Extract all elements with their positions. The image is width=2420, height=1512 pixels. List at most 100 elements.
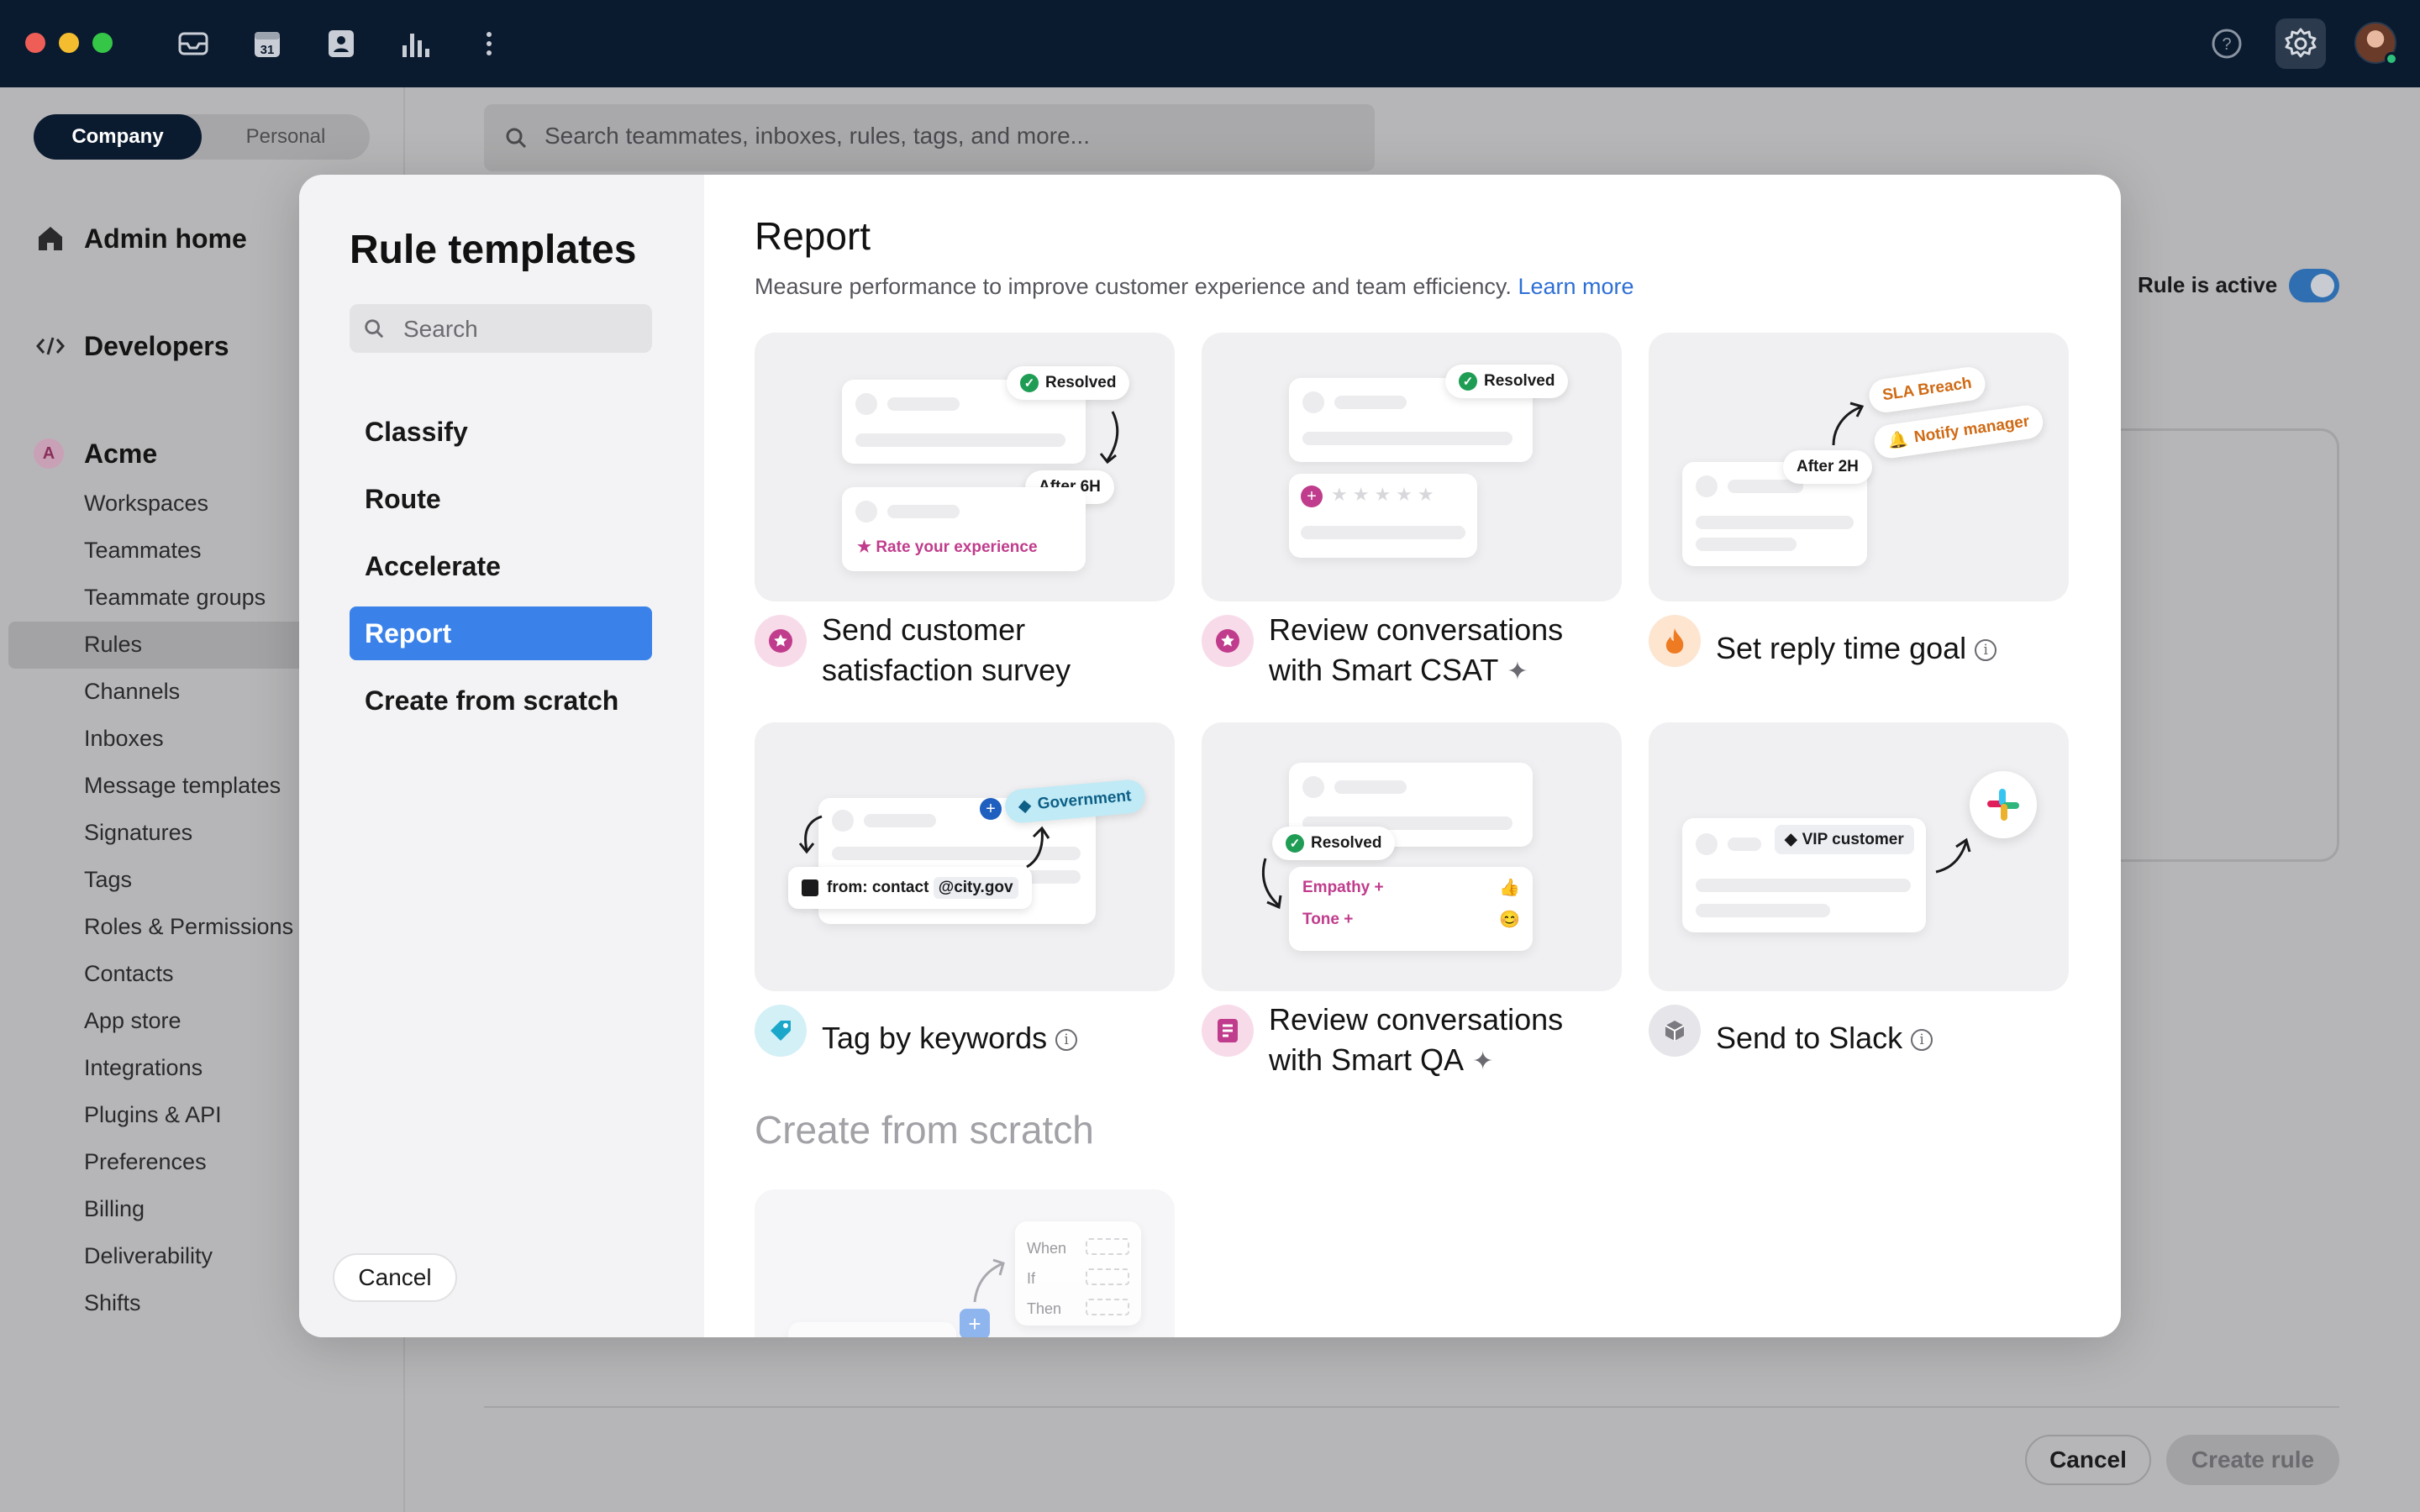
org-name[interactable]: Acme xyxy=(84,438,157,470)
global-search-placeholder: Search teammates, inboxes, rules, tags, … xyxy=(544,123,1090,149)
company-tab[interactable]: Company xyxy=(34,114,202,160)
category-accelerate[interactable]: Accelerate xyxy=(350,539,652,593)
sidebar-item-contacts[interactable]: Contacts xyxy=(84,961,174,987)
vip-customer-label: VIP customer xyxy=(1802,831,1904,848)
inbox-icon[interactable] xyxy=(173,24,213,64)
card-title-reply-goal[interactable]: Set reply time goal i xyxy=(1716,628,2069,669)
sidebar-item-integrations[interactable]: Integrations xyxy=(84,1055,203,1081)
window-close-button[interactable] xyxy=(25,33,45,53)
analytics-icon[interactable] xyxy=(395,24,435,64)
government-tag-pill: ◆ Government xyxy=(1003,778,1146,825)
contacts-icon[interactable] xyxy=(321,24,361,64)
sidebar-item-inboxes[interactable]: Inboxes xyxy=(84,726,164,752)
resolved-pill: ✓ Resolved xyxy=(1007,366,1130,400)
then-label: Then xyxy=(1027,1300,1062,1317)
domain-label: @city.gov xyxy=(933,877,1018,899)
section-description-text: Measure performance to improve customer … xyxy=(755,274,1512,299)
template-card-reply-goal[interactable]: After 2H SLA Breach 🔔 Notify manager xyxy=(1649,333,2069,601)
template-card-smart-qa[interactable]: ✓ Resolved Empathy + Tone + 👍 😊 xyxy=(1202,722,1622,991)
rate-experience-label: ★ Rate your experience xyxy=(857,538,1038,557)
window-minimize-button[interactable] xyxy=(59,33,79,53)
footer-cancel-button[interactable]: Cancel xyxy=(2025,1435,2151,1485)
card-title-smart-qa[interactable]: Review conversations with Smart QA ✦ xyxy=(1269,1000,1622,1082)
org-avatar: A xyxy=(34,438,64,469)
template-card-scratch[interactable]: When If Then + xyxy=(755,1189,1175,1337)
category-create-from-scratch[interactable]: Create from scratch xyxy=(350,674,652,727)
modal-cancel-button[interactable]: Cancel xyxy=(333,1253,457,1302)
info-icon[interactable]: i xyxy=(1911,1029,1933,1052)
resolved-label: Resolved xyxy=(1311,834,1382,852)
footer-divider xyxy=(484,1406,2339,1408)
contact-card-icon xyxy=(802,879,818,896)
arrow-icon xyxy=(798,815,823,854)
card-title-smart-csat[interactable]: Review conversations with Smart CSAT ✦ xyxy=(1269,610,1622,692)
sidebar-item-teammates[interactable]: Teammates xyxy=(84,538,202,564)
template-card-survey[interactable]: ✓Resolved After 6H ★ Rate your experienc… xyxy=(755,333,1175,601)
template-search-input[interactable] xyxy=(350,304,652,353)
card-title-slack[interactable]: Send to Slack i xyxy=(1716,1018,2069,1058)
learn-more-link[interactable]: Learn more xyxy=(1518,274,1634,299)
window-maximize-button[interactable] xyxy=(92,33,113,53)
settings-icon[interactable] xyxy=(2275,18,2326,69)
sidebar-item-teammate-groups[interactable]: Teammate groups xyxy=(84,585,266,611)
sidebar-item-preferences[interactable]: Preferences xyxy=(84,1149,207,1175)
card-title-survey[interactable]: Send customer satisfaction survey xyxy=(822,610,1175,690)
category-route[interactable]: Route xyxy=(350,472,652,526)
add-icon: + xyxy=(960,1309,990,1337)
template-card-slack[interactable]: ◆ VIP customer xyxy=(1649,722,2069,991)
survey-star-icon xyxy=(755,615,807,667)
card-title-slack-text: Send to Slack xyxy=(1716,1021,1903,1055)
template-card-smart-csat[interactable]: ✓ Resolved + ★★★★★ xyxy=(1202,333,1622,601)
sidebar-item-channels[interactable]: Channels xyxy=(84,679,180,705)
sidebar-item-tags[interactable]: Tags xyxy=(84,867,132,893)
svg-text:?: ? xyxy=(2222,35,2231,54)
top-bar: 31 ? xyxy=(0,0,2420,87)
sidebar-item-shifts[interactable]: Shifts xyxy=(84,1290,141,1316)
sidebar-item-app-store[interactable]: App store xyxy=(84,1008,182,1034)
stars-rating-icon: ★★★★★ xyxy=(1331,484,1439,505)
arrow-icon xyxy=(1832,402,1865,446)
category-report[interactable]: Report xyxy=(350,606,652,660)
conversation-preview xyxy=(788,1322,956,1337)
vip-customer-tag: ◆ VIP customer xyxy=(1775,825,1914,854)
resolved-label: Resolved xyxy=(1045,374,1117,391)
developers-link[interactable]: Developers xyxy=(84,331,229,362)
info-icon[interactable]: i xyxy=(1975,639,1997,662)
rate-text: Rate your experience xyxy=(876,538,1038,556)
tag-icon: ◆ xyxy=(1785,831,1797,848)
category-classify[interactable]: Classify xyxy=(350,405,652,459)
rule-active-toggle[interactable] xyxy=(2289,269,2339,302)
modal-title: Rule templates xyxy=(350,228,637,272)
sidebar-item-message-templates[interactable]: Message templates xyxy=(84,773,281,799)
card-title-tag-keywords-text: Tag by keywords xyxy=(822,1021,1048,1055)
create-rule-button[interactable]: Create rule xyxy=(2166,1435,2339,1485)
sidebar-item-deliverability[interactable]: Deliverability xyxy=(84,1243,213,1269)
more-icon[interactable] xyxy=(469,24,509,64)
template-card-tag-keywords[interactable]: + ◆ Government from: contact @city.gov xyxy=(755,722,1175,991)
card-title-tag-keywords[interactable]: Tag by keywords i xyxy=(822,1018,1175,1058)
sparkle-icon: ✦ xyxy=(1507,658,1528,686)
calendar-icon[interactable]: 31 xyxy=(247,24,287,64)
sidebar-item-plugins-api[interactable]: Plugins & API xyxy=(84,1102,222,1128)
personal-tab[interactable]: Personal xyxy=(202,114,370,160)
sidebar-item-roles-permissions[interactable]: Roles & Permissions xyxy=(84,914,293,940)
section-title: Report xyxy=(755,214,871,258)
empathy-label: Empathy + xyxy=(1302,879,1384,896)
calendar-day: 31 xyxy=(260,43,275,57)
admin-home-link[interactable]: Admin home xyxy=(84,223,247,255)
if-label: If xyxy=(1027,1270,1036,1287)
sidebar-item-signatures[interactable]: Signatures xyxy=(84,820,192,846)
notify-manager-label: Notify manager xyxy=(1912,412,2031,447)
search-icon xyxy=(504,126,528,150)
info-icon[interactable]: i xyxy=(1055,1029,1078,1052)
survey-preview: ★ Rate your experience xyxy=(842,487,1086,571)
help-icon[interactable]: ? xyxy=(2202,18,2252,69)
arrow-icon xyxy=(1935,837,1971,874)
sparkle-icon: ✦ xyxy=(1472,1047,1494,1076)
arrow-icon xyxy=(1099,411,1119,465)
sidebar-item-rules[interactable]: Rules xyxy=(84,632,142,658)
bell-icon: 🔔 xyxy=(1886,430,1909,451)
sidebar-item-billing[interactable]: Billing xyxy=(84,1196,145,1222)
create-from-scratch-heading: Create from scratch xyxy=(755,1108,1094,1152)
sidebar-item-workspaces[interactable]: Workspaces xyxy=(84,491,208,517)
